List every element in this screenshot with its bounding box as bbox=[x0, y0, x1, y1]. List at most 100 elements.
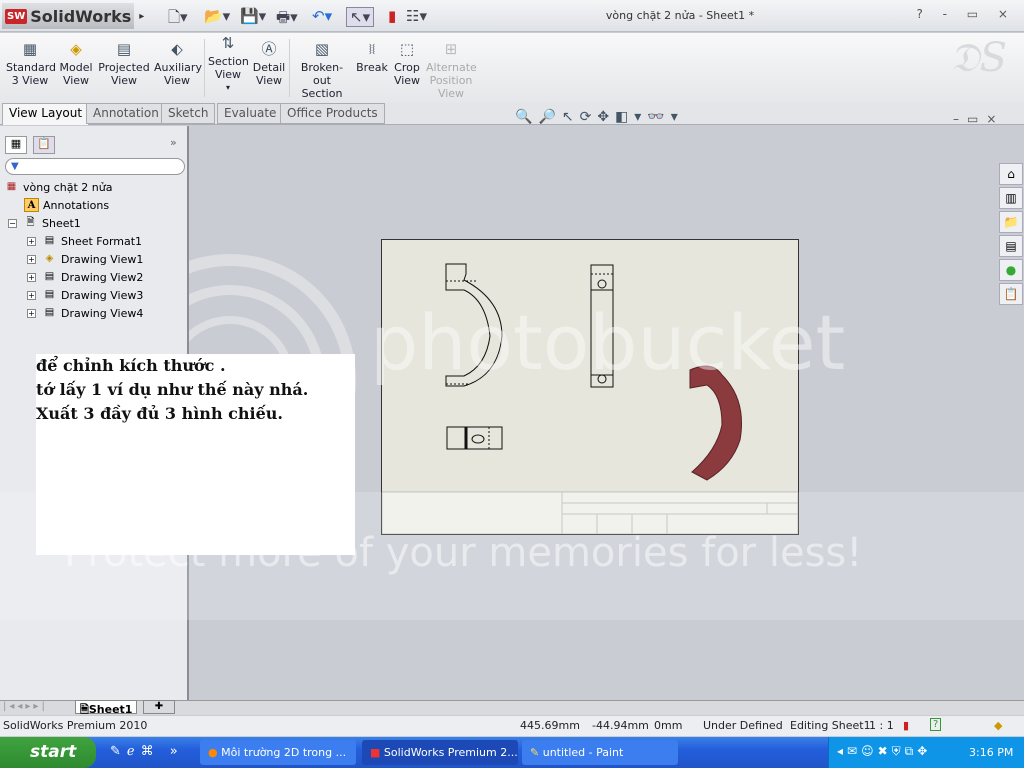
add-sheet-icon[interactable]: ✚ bbox=[143, 700, 175, 714]
help-icon[interactable]: ? bbox=[930, 718, 942, 731]
tray-icons[interactable]: ◂✉☺✖⛨⧉✥ bbox=[837, 744, 931, 759]
paint-icon: ✎ bbox=[530, 746, 540, 759]
rebuild-icon[interactable]: ▮ bbox=[388, 7, 396, 25]
taskbar-item-paint[interactable]: ✎ untitled - Paint bbox=[522, 740, 678, 765]
status-product: SolidWorks Premium 2010 bbox=[3, 719, 148, 732]
tree-item-drawing-view1[interactable]: + ◈ Drawing View1 bbox=[27, 250, 143, 268]
tag-icon[interactable]: ◆ bbox=[994, 719, 1002, 732]
start-button[interactable]: start bbox=[0, 737, 96, 768]
command-tabs: View Layout Annotation Sketch Evaluate O… bbox=[0, 103, 1024, 125]
firefox-icon: ● bbox=[208, 746, 218, 759]
annotations-icon: A bbox=[24, 198, 39, 212]
status-scale[interactable]: 1 : 1 bbox=[869, 719, 894, 732]
pan-icon[interactable]: ✥ bbox=[597, 109, 615, 125]
new-document-icon[interactable]: 🗋▾ bbox=[168, 7, 188, 32]
model-view-button[interactable]: ◈ Model View bbox=[58, 40, 94, 88]
break-button[interactable]: ⧘⧙ Break bbox=[355, 40, 389, 75]
drawing-icon: ▦ bbox=[6, 181, 17, 192]
window-controls[interactable]: ? - ▭ × bbox=[916, 7, 1016, 21]
detail-view-button[interactable]: Ⓐ Detail View bbox=[252, 42, 286, 88]
projected-view-icon: ▤ bbox=[44, 289, 55, 300]
model-view-icon: ◈ bbox=[70, 40, 82, 58]
document-title: vòng chặt 2 nửa - Sheet1 * bbox=[605, 9, 755, 22]
home-icon[interactable]: ⌂ bbox=[999, 163, 1023, 185]
property-manager-tab-icon[interactable]: 📋 bbox=[33, 136, 55, 154]
options-icon[interactable]: ☷▾ bbox=[406, 7, 427, 25]
filter-input[interactable]: ▼ bbox=[5, 158, 185, 175]
status-y: -44.94mm bbox=[592, 719, 649, 732]
zoom-area-icon[interactable]: 🔎 bbox=[538, 109, 561, 125]
hide-show-icon[interactable]: 👓▾ bbox=[647, 109, 683, 125]
expand-icon[interactable]: + bbox=[27, 308, 36, 318]
tree-item-sheet1[interactable]: − 🗎 Sheet1 bbox=[8, 214, 81, 232]
previous-view-icon[interactable]: ↖ bbox=[562, 109, 580, 125]
command-manager: ▦ Standard 3 View ◈ Model View ▤ Projected … bbox=[0, 33, 1024, 103]
rotate-icon[interactable]: ⟳ bbox=[580, 109, 598, 125]
tab-sketch[interactable]: Sketch bbox=[161, 103, 216, 124]
auxiliary-view-icon: ⬖ bbox=[171, 40, 183, 58]
rebuild-indicator-icon[interactable]: ▮ bbox=[903, 719, 909, 732]
open-icon[interactable]: 📂▾ bbox=[204, 7, 230, 25]
expand-icon[interactable]: + bbox=[27, 290, 36, 300]
crop-view-button[interactable]: ⬚ Crop View bbox=[392, 42, 422, 88]
expand-icon[interactable]: + bbox=[27, 254, 36, 264]
feature-tree-tab-icon[interactable]: ▦ bbox=[5, 136, 27, 154]
collapse-icon[interactable]: − bbox=[8, 218, 17, 228]
model-view-icon: ◈ bbox=[45, 253, 54, 264]
undo-icon[interactable]: ↶▾ bbox=[312, 7, 332, 25]
note-line: tớ lấy 1 ví dụ như thế này nhá. bbox=[36, 380, 309, 399]
top-view bbox=[446, 426, 503, 450]
expand-panel-icon[interactable]: » bbox=[170, 136, 177, 149]
sheet-nav-arrows[interactable]: |◂◂▸▸| bbox=[3, 701, 48, 712]
tree-item-drawing-view3[interactable]: + ▤ Drawing View3 bbox=[27, 286, 143, 304]
tree-item-sheet-format1[interactable]: + ▤ Sheet Format1 bbox=[27, 232, 142, 250]
design-library-icon[interactable]: ▥ bbox=[999, 187, 1023, 209]
sheet-icon: 🗎 bbox=[26, 217, 35, 228]
drawing-sheet[interactable] bbox=[381, 239, 799, 535]
alternate-position-view-button: ⊞ Alternate Position View bbox=[426, 40, 477, 101]
quick-launch-icons[interactable]: ✎ℯ⌘ » bbox=[110, 744, 184, 759]
section-view-button[interactable]: ⇅ Section View ▾ bbox=[208, 34, 249, 94]
document-window-controls[interactable]: –▭× bbox=[953, 112, 1004, 126]
auxiliary-view-button[interactable]: ⬖ Auxiliary View bbox=[154, 40, 202, 88]
taskbar-item-firefox[interactable]: ● Môi trường 2D trong ... bbox=[200, 740, 356, 765]
status-sketch-state: Under Defined bbox=[703, 719, 783, 732]
display-style-icon[interactable]: ◧▾ bbox=[615, 109, 647, 125]
view-palette-icon[interactable]: ▤ bbox=[999, 235, 1023, 257]
note-line: để chỉnh kích thước . bbox=[36, 356, 226, 375]
front-view bbox=[445, 263, 503, 387]
break-icon: ⧘⧙ bbox=[368, 40, 376, 58]
projected-view-button[interactable]: ▤ Projected View bbox=[98, 40, 150, 88]
tree-item-drawing-view2[interactable]: + ▤ Drawing View2 bbox=[27, 268, 143, 286]
heads-up-view-toolbar[interactable]: 🔍🔎↖⟳✥◧▾👓▾ bbox=[515, 109, 684, 125]
print-icon[interactable]: 🖶▾ bbox=[276, 7, 298, 32]
tree-item-drawing-view4[interactable]: + ▤ Drawing View4 bbox=[27, 304, 143, 322]
standard-3-view-button[interactable]: ▦ Standard 3 View bbox=[6, 42, 56, 88]
expand-icon[interactable]: + bbox=[27, 272, 36, 282]
broken-out-section-button[interactable]: ▧ Broken-out Section bbox=[293, 40, 351, 101]
divider bbox=[204, 39, 205, 97]
status-x: 445.69mm bbox=[520, 719, 580, 732]
save-icon[interactable]: 💾▾ bbox=[240, 7, 266, 25]
tab-evaluate[interactable]: Evaluate bbox=[217, 103, 284, 124]
watermark-band bbox=[0, 492, 1024, 620]
custom-properties-icon[interactable]: 📋 bbox=[999, 283, 1023, 305]
select-icon[interactable]: ↖▾ bbox=[346, 7, 375, 27]
note-line: Xuất 3 đầy đủ 3 hình chiếu. bbox=[36, 404, 283, 423]
tab-view-layout[interactable]: View Layout bbox=[2, 103, 90, 125]
appearances-icon[interactable]: ● bbox=[999, 259, 1023, 281]
zoom-to-fit-icon[interactable]: 🔍 bbox=[515, 109, 538, 125]
taskbar-item-solidworks[interactable]: ■ SolidWorks Premium 2... bbox=[362, 740, 518, 765]
tree-root[interactable]: ▦ vòng chặt 2 nửa bbox=[4, 178, 113, 196]
tab-annotation[interactable]: Annotation bbox=[86, 103, 166, 124]
status-editing: Editing Sheet1 bbox=[790, 719, 871, 732]
expand-icon[interactable]: + bbox=[27, 236, 36, 246]
tab-office-products[interactable]: Office Products bbox=[280, 103, 385, 124]
tree-item-annotations[interactable]: A Annotations bbox=[24, 196, 109, 214]
projected-view-icon: ▤ bbox=[116, 40, 132, 58]
file-explorer-icon[interactable]: 📁 bbox=[999, 211, 1023, 233]
section-view-icon: ⇅ bbox=[221, 34, 235, 52]
sheet-tab-sheet1[interactable]: 🗎Sheet1 bbox=[75, 700, 138, 716]
broken-out-section-icon: ▧ bbox=[314, 40, 330, 58]
solidworks-logo[interactable]: SW SolidWorks ▸ bbox=[2, 3, 144, 29]
